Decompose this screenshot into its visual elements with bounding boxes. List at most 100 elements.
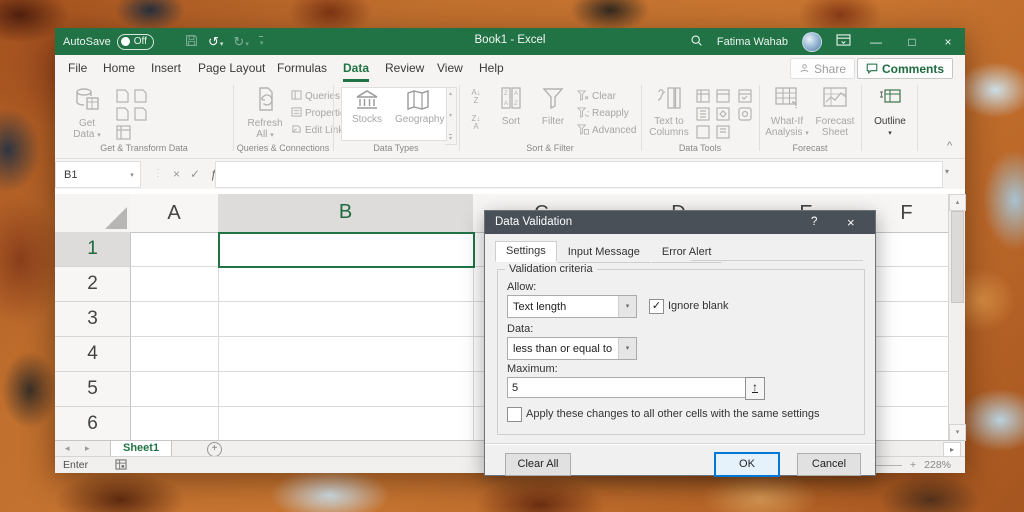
comments-button[interactable]: Comments bbox=[857, 58, 953, 79]
allow-dropdown[interactable]: Text length ▾ bbox=[507, 295, 637, 318]
gallery-more-icon[interactable]: ▾ bbox=[449, 134, 452, 142]
sort-ascending-button[interactable]: A↓Z bbox=[467, 89, 485, 105]
tab-formulas[interactable]: Formulas bbox=[277, 61, 327, 75]
enter-formula-icon[interactable]: ✓ bbox=[190, 167, 200, 181]
dialog-close-icon[interactable]: × bbox=[847, 215, 855, 230]
ok-button[interactable]: OK bbox=[715, 453, 779, 476]
formula-input[interactable] bbox=[215, 161, 943, 188]
ignore-blank-checkbox[interactable]: ✓ bbox=[649, 299, 664, 314]
tab-page-layout[interactable]: Page Layout bbox=[198, 61, 265, 75]
macro-record-icon[interactable] bbox=[115, 459, 127, 473]
data-value: less than or equal to bbox=[508, 343, 618, 355]
vertical-scrollbar[interactable]: ▴ ▾ bbox=[948, 194, 965, 440]
tab-insert[interactable]: Insert bbox=[151, 61, 181, 75]
cancel-button[interactable]: Cancel bbox=[797, 453, 861, 476]
minimize-button[interactable]: — bbox=[865, 35, 887, 49]
gallery-up-icon[interactable]: ▴ bbox=[449, 90, 452, 97]
dialog-tabs: Settings Input Message Error Alert bbox=[495, 242, 722, 263]
text-to-columns-button[interactable]: Text to Columns bbox=[646, 86, 692, 138]
gallery-down-icon[interactable]: ▾ bbox=[449, 112, 452, 119]
svg-text:A: A bbox=[514, 91, 518, 97]
ribbon-tab-bar: File Home Insert Page Layout Formulas Da… bbox=[55, 55, 965, 82]
dialog-tab-input-message[interactable]: Input Message bbox=[557, 242, 651, 263]
maximum-input[interactable] bbox=[507, 377, 747, 398]
share-button[interactable]: Share bbox=[790, 58, 855, 79]
sort-icon: ZAAZ bbox=[491, 86, 531, 113]
next-sheet-icon[interactable]: ▸ bbox=[85, 443, 90, 454]
advanced-filter-item[interactable]: Advanced bbox=[577, 124, 636, 137]
tab-home[interactable]: Home bbox=[103, 61, 135, 75]
cancel-formula-icon[interactable]: × bbox=[173, 167, 180, 181]
reapply-filter-item[interactable]: Reapply bbox=[577, 107, 636, 120]
row-header-4[interactable]: 4 bbox=[55, 337, 131, 372]
data-label: Data: bbox=[507, 323, 533, 335]
sort-descending-button[interactable]: Z↓A bbox=[467, 115, 485, 131]
group-label-sort-filter: Sort & Filter bbox=[459, 143, 641, 153]
data-dropdown[interactable]: less than or equal to ▾ bbox=[507, 337, 637, 360]
forecast-sheet-button[interactable]: Forecast Sheet bbox=[813, 86, 857, 138]
user-avatar[interactable] bbox=[802, 32, 822, 52]
row-header-2[interactable]: 2 bbox=[55, 267, 131, 302]
what-if-analysis-button[interactable]: What-If Analysis ▾ bbox=[765, 86, 809, 139]
tab-file[interactable]: File bbox=[68, 61, 87, 75]
ribbon-separator bbox=[861, 85, 862, 151]
reapply-filter-icon bbox=[577, 107, 589, 121]
apply-changes-checkbox[interactable] bbox=[507, 407, 522, 422]
selected-cell-b1[interactable] bbox=[218, 232, 475, 268]
dialog-title: Data Validation bbox=[495, 216, 572, 228]
get-data-dropdown-icon: ▾ bbox=[97, 132, 101, 139]
row-header-1[interactable]: 1 bbox=[55, 232, 131, 267]
group-label-get-transform: Get & Transform Data bbox=[55, 143, 233, 153]
dialog-tab-settings[interactable]: Settings bbox=[495, 241, 557, 262]
titlebar-right: Fatima Wahab — □ × bbox=[690, 28, 959, 55]
column-header-a[interactable]: A bbox=[130, 194, 219, 233]
sort-filter-items: Clear Reapply Advanced bbox=[577, 90, 636, 137]
search-icon[interactable] bbox=[690, 34, 703, 50]
scroll-up-icon[interactable]: ▴ bbox=[949, 194, 966, 211]
ribbon-separator bbox=[233, 85, 234, 151]
row-header-6[interactable]: 6 bbox=[55, 407, 131, 441]
maximize-button[interactable]: □ bbox=[901, 35, 923, 49]
ribbon-display-options-icon[interactable] bbox=[836, 34, 851, 49]
ribbon-separator bbox=[333, 85, 334, 151]
outline-dropdown-icon: ▾ bbox=[888, 130, 892, 137]
column-header-f[interactable]: F bbox=[865, 194, 949, 233]
new-sheet-button[interactable]: + bbox=[207, 442, 222, 457]
tab-help[interactable]: Help bbox=[479, 61, 504, 75]
ribbon-separator bbox=[917, 85, 918, 151]
sort-button[interactable]: ZAAZ Sort bbox=[491, 86, 531, 127]
prev-sheet-icon[interactable]: ◂ bbox=[65, 443, 70, 454]
close-button[interactable]: × bbox=[937, 35, 959, 49]
svg-text:Z: Z bbox=[504, 91, 508, 97]
name-box-dropdown-icon[interactable]: ▾ bbox=[124, 171, 140, 179]
filter-button[interactable]: Filter bbox=[533, 86, 573, 127]
zoom-level[interactable]: 228% bbox=[924, 459, 951, 471]
allow-dropdown-icon[interactable]: ▾ bbox=[618, 296, 636, 317]
select-all-corner[interactable] bbox=[55, 194, 131, 233]
vertical-scroll-thumb[interactable] bbox=[951, 211, 964, 303]
row-header-5[interactable]: 5 bbox=[55, 372, 131, 407]
tab-data[interactable]: Data bbox=[343, 61, 369, 82]
clear-filter-item[interactable]: Clear bbox=[577, 90, 636, 103]
tab-view[interactable]: View bbox=[437, 61, 463, 75]
row-header-3[interactable]: 3 bbox=[55, 302, 131, 337]
collapse-ribbon-icon[interactable]: ^ bbox=[947, 140, 952, 152]
scroll-down-icon[interactable]: ▾ bbox=[949, 424, 966, 441]
geography-button[interactable]: Geography bbox=[395, 89, 441, 125]
user-name[interactable]: Fatima Wahab bbox=[717, 36, 788, 48]
tab-review[interactable]: Review bbox=[385, 61, 424, 75]
expand-formula-bar-icon[interactable]: ▾ bbox=[945, 167, 949, 176]
column-header-b[interactable]: B bbox=[218, 194, 474, 234]
data-dropdown-icon[interactable]: ▾ bbox=[618, 338, 636, 359]
dialog-title-bar[interactable]: Data Validation ? × bbox=[485, 211, 875, 234]
collapse-dialog-ref-icon[interactable]: ↑ bbox=[745, 377, 765, 400]
stocks-button[interactable]: Stocks bbox=[344, 89, 390, 125]
dialog-help-icon[interactable]: ? bbox=[811, 216, 817, 228]
clear-all-button[interactable]: Clear All bbox=[505, 453, 571, 476]
refresh-all-button[interactable]: Refresh All ▾ bbox=[239, 86, 291, 141]
get-data-button[interactable]: Get Data ▾ bbox=[61, 86, 113, 141]
zoom-in-icon[interactable]: + bbox=[910, 459, 916, 471]
outline-button[interactable]: Outline ▾ bbox=[867, 88, 913, 139]
name-box[interactable]: B1 ▾ bbox=[55, 161, 141, 188]
data-types-scrollbar[interactable]: ▴ ▾ ▾ bbox=[445, 87, 457, 145]
